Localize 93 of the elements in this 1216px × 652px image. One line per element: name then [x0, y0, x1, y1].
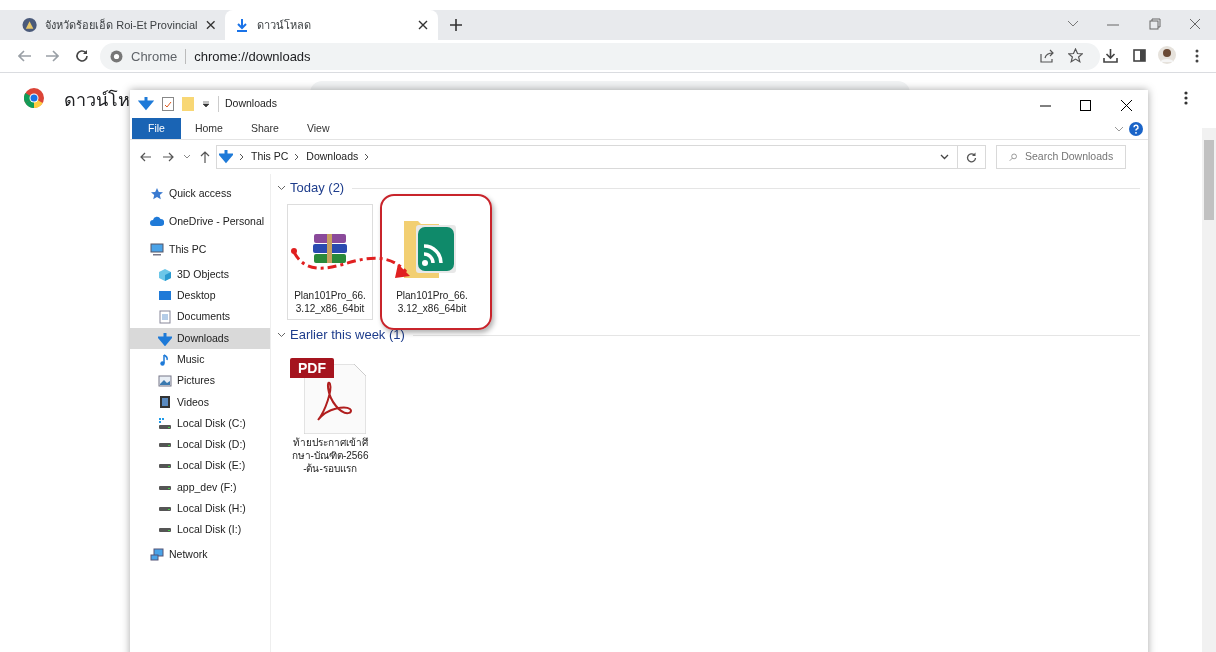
- restore-icon[interactable]: [1149, 18, 1161, 30]
- nav-item[interactable]: Pictures: [130, 370, 270, 392]
- menu-icon[interactable]: [1195, 49, 1199, 63]
- download-icon[interactable]: [1103, 48, 1118, 63]
- refresh-icon[interactable]: [966, 151, 977, 163]
- nav-item[interactable]: Local Disk (C:): [130, 413, 270, 435]
- address-field[interactable]: This PC Downloads: [216, 145, 958, 169]
- nav-item[interactable]: This PC: [130, 236, 270, 264]
- window-title: Downloads: [218, 96, 277, 112]
- chevron-right-icon: [240, 154, 244, 160]
- nav-item[interactable]: Videos: [130, 391, 270, 414]
- computer-icon: [150, 243, 164, 257]
- film-icon: [158, 395, 172, 410]
- download-icon: [235, 18, 249, 32]
- nav-item[interactable]: Downloads: [130, 327, 270, 350]
- scheme-label: Chrome: [131, 47, 178, 66]
- new-tab-icon[interactable]: [449, 18, 463, 32]
- breadcrumb-item[interactable]: Downloads: [306, 149, 359, 165]
- star-icon: [150, 187, 164, 201]
- nav-item[interactable]: Desktop: [130, 285, 270, 307]
- scroll-thumb[interactable]: [1204, 140, 1214, 220]
- close-icon[interactable]: [1121, 100, 1132, 111]
- search-field[interactable]: Search Downloads: [996, 145, 1126, 169]
- chrome-icon: [110, 50, 123, 63]
- ribbon-tab[interactable]: File: [132, 117, 181, 140]
- cloud-icon: [150, 215, 164, 229]
- side-panel-icon[interactable]: [1133, 49, 1146, 62]
- picture-icon: [158, 374, 172, 389]
- share-icon[interactable]: [1040, 49, 1055, 63]
- browser-tab[interactable]: ดาวน์โหลด: [225, 10, 438, 40]
- nav-item[interactable]: Local Disk (H:): [130, 498, 270, 520]
- forward-icon[interactable]: [162, 152, 174, 162]
- chevron-down-icon[interactable]: [277, 185, 286, 191]
- drive-icon: [158, 463, 172, 470]
- nav-item[interactable]: Local Disk (D:): [130, 434, 270, 456]
- file-item[interactable]: PDF ท้ายประกาศเข้าศึกษา-บัณฑิต-2566-ต้น-รอบแรก: [287, 351, 373, 480]
- star-icon[interactable]: [1068, 48, 1083, 63]
- maximize-icon[interactable]: [1080, 100, 1091, 111]
- properties-icon[interactable]: [162, 97, 174, 111]
- close-icon[interactable]: [205, 20, 215, 30]
- drive-icon: [158, 484, 172, 491]
- nav-item[interactable]: app_dev (F:): [130, 476, 270, 499]
- pdf-label: PDF: [290, 358, 334, 379]
- scrollbar[interactable]: [1202, 128, 1216, 652]
- help-icon[interactable]: [1129, 122, 1143, 136]
- archive-icon: [310, 232, 350, 266]
- seal-icon: [22, 17, 38, 33]
- nav-item[interactable]: OneDrive - Personal: [130, 208, 270, 236]
- caret-icon[interactable]: [202, 100, 210, 108]
- chevron-right-icon[interactable]: [365, 154, 370, 160]
- drive-icon: [158, 442, 172, 448]
- cube-icon: [158, 267, 172, 282]
- chevron-down-icon[interactable]: [940, 154, 949, 160]
- nav-item[interactable]: 3D Objects: [130, 264, 270, 286]
- address-bar[interactable]: Chrome chrome://downloads: [100, 43, 1100, 70]
- chevron-down-icon[interactable]: [277, 332, 286, 338]
- drive-icon: [158, 505, 172, 512]
- download-icon: [219, 149, 233, 165]
- avatar-icon[interactable]: [1158, 46, 1176, 64]
- nav-item[interactable]: Local Disk (I:): [130, 519, 270, 541]
- nav-item[interactable]: Quick access: [130, 180, 270, 208]
- group-header[interactable]: Today (2): [290, 178, 345, 198]
- ribbon-tab[interactable]: View: [292, 117, 344, 140]
- page-heading: ดาวน์โห: [64, 88, 130, 112]
- drive-icon: [158, 527, 172, 534]
- file-item[interactable]: Plan101Pro_66.3.12_x86_64bit: [389, 204, 475, 320]
- group-header[interactable]: Earlier this week (1): [290, 325, 405, 345]
- chevron-right-icon: [295, 154, 300, 160]
- browser-tab[interactable]: จังหวัดร้อยเอ็ด Roi-Et Provincial: [12, 10, 225, 40]
- chrome-logo-icon: [24, 88, 44, 108]
- search-input[interactable]: Search Downloads: [1025, 149, 1125, 165]
- search-icon: [1009, 151, 1017, 163]
- nav-item[interactable]: Network: [130, 540, 270, 569]
- more-icon[interactable]: [1184, 91, 1188, 105]
- breadcrumb-item[interactable]: This PC: [251, 149, 289, 165]
- close-icon[interactable]: [418, 20, 428, 30]
- up-icon[interactable]: [200, 151, 210, 163]
- drive-icon: [158, 416, 172, 431]
- url-text: chrome://downloads: [194, 47, 311, 66]
- document-icon: [158, 310, 172, 325]
- download-icon: [158, 331, 172, 346]
- ribbon-tab[interactable]: Share: [236, 117, 293, 140]
- ribbon-tab[interactable]: Home: [180, 117, 237, 140]
- nav-item[interactable]: Documents: [130, 306, 270, 328]
- download-icon[interactable]: [138, 96, 154, 112]
- file-item[interactable]: Plan101Pro_66.3.12_x86_64bit: [287, 204, 373, 320]
- nav-item[interactable]: Local Disk (E:): [130, 455, 270, 477]
- network-icon: [150, 547, 164, 562]
- nav-item[interactable]: Music: [130, 349, 270, 371]
- reload-icon[interactable]: [75, 49, 89, 63]
- desktop-icon: [158, 288, 172, 303]
- recent-icon[interactable]: [184, 155, 190, 159]
- back-icon[interactable]: [140, 152, 152, 162]
